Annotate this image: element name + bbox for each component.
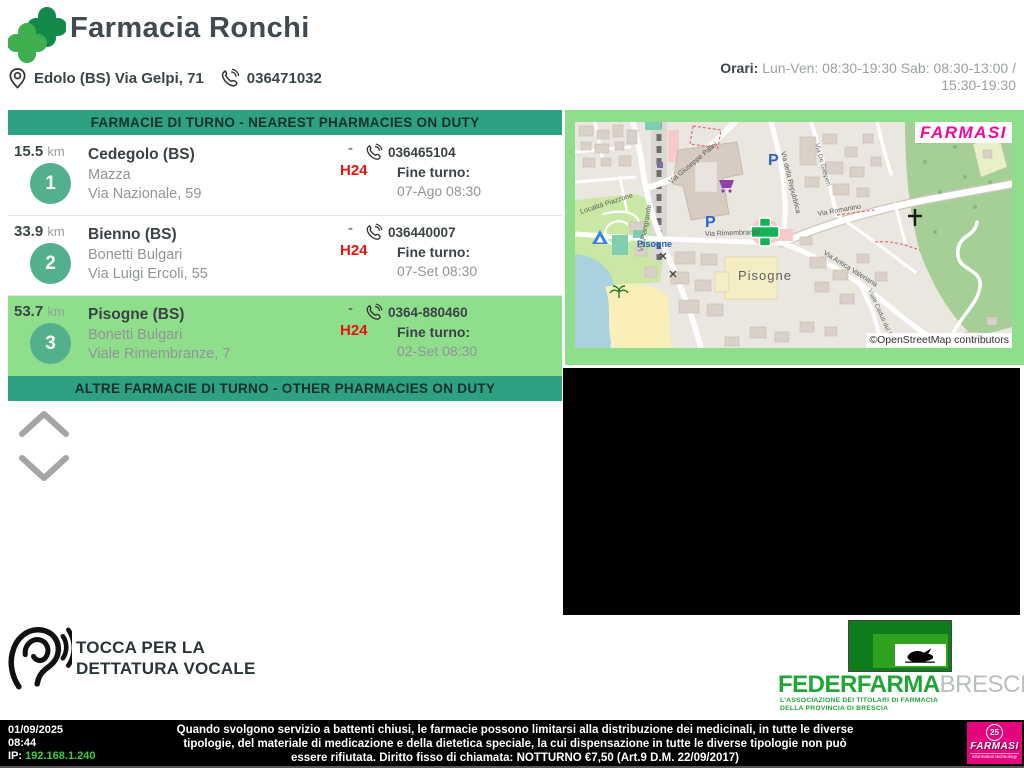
farmasi-25-badge: 25: [986, 724, 1003, 741]
phone-line: 036440007: [364, 223, 456, 242]
system-info: 01/09/2025 08:44 IP: 192.168.1.240: [8, 724, 95, 763]
distance-value: 53.7 km: [14, 303, 65, 320]
phone-icon: [366, 303, 383, 320]
pharmacy-street: Via Luigi Ercoli, 55: [88, 266, 208, 282]
federfarma-wordmark: FEDERFARMABRESCIA: [778, 671, 1024, 698]
status-bar: 01/09/2025 08:44 IP: 192.168.1.240 Quand…: [0, 720, 1024, 766]
current-date: 01/09/2025: [8, 724, 64, 736]
ear-icon: [8, 627, 72, 690]
distance-unit: km: [47, 144, 65, 159]
schedule-dash: -: [348, 300, 353, 317]
farmasi-footer-logo: 25 FARMASI information technology: [967, 722, 1022, 764]
other-pharmacies-header: ALTRE FARMACIE DI TURNO - OTHER PHARMACI…: [8, 376, 562, 401]
rank-badge: 3: [30, 323, 71, 364]
phone-icon: [366, 223, 383, 240]
phone-icon: [366, 143, 383, 160]
fine-turno-date: 07-Set 08:30: [397, 263, 478, 279]
pharmacy-row[interactable]: 15.5 km 1 Cedegolo (BS) Mazza Via Nazion…: [8, 136, 562, 216]
location-pin-icon: [9, 67, 26, 89]
duty-phone: 036465104: [388, 145, 456, 160]
map-attribution: ©OpenStreetMap contributors: [866, 333, 1012, 348]
parking-icon: P: [768, 152, 779, 169]
phone-icon: [221, 68, 240, 87]
video-area: [563, 368, 1020, 615]
place-label: Pisogne: [738, 268, 792, 283]
station-icon: [657, 162, 663, 168]
distance-unit: km: [47, 224, 65, 239]
ip-address: IP: 192.168.1.240: [8, 750, 96, 762]
map-panel: P P Località Piazzone Via Piangrande Via…: [565, 110, 1024, 365]
pharmacy-name: Bonetti Bulgari: [88, 327, 183, 343]
pharmacy-row[interactable]: 33.9 km 2 Bienno (BS) Bonetti Bulgari Vi…: [8, 216, 562, 296]
phone-line: 0364-880460: [364, 303, 468, 322]
distance-value: 33.9 km: [14, 223, 65, 240]
hours-text: Lun-Ven: 08:30-19:30 Sab: 08:30-13:00 / …: [758, 60, 1016, 93]
green-cross-icon: [8, 7, 66, 63]
rank-badge: 1: [30, 163, 71, 204]
fine-turno-date: 02-Set 08:30: [397, 343, 478, 359]
current-time: 08:44: [8, 737, 37, 749]
federfarma-logo: FEDERFARMABRESCIA L'ASSOCIAZIONE DEI TIT…: [778, 618, 1024, 712]
schedule-dash: -: [348, 140, 353, 157]
distance-unit: km: [47, 304, 65, 319]
kiosk-screen: Farmacia Ronchi Edolo (BS) Via Gelpi, 71…: [0, 0, 1024, 768]
distance-value: 15.5 km: [14, 143, 65, 160]
federfarma-emblem: [848, 620, 952, 672]
federfarma-caption: L'ASSOCIAZIONE DEI TITOLARI DI FARMACIA …: [780, 697, 939, 712]
pharmacy-cross-logo: [8, 7, 66, 63]
federfarma-bird-icon: [905, 648, 935, 663]
voice-dictation-button[interactable]: TOCCA PER LA DETTATURA VOCALE: [6, 622, 326, 706]
openstreetmap-view: P P Località Piazzone Via Piangrande Via…: [575, 122, 1012, 348]
pharmacy-town: Bienno (BS): [88, 226, 177, 243]
duty-phone: 036440007: [388, 225, 456, 240]
pharmacy-contact-line: Edolo (BS) Via Gelpi, 71 036471032: [8, 66, 322, 90]
pharmacy-address: Edolo (BS) Via Gelpi, 71: [34, 69, 204, 87]
h24-badge: H24: [340, 322, 368, 339]
pharmacy-phone: 036471032: [246, 69, 322, 87]
chevron-up-icon[interactable]: [16, 408, 72, 440]
fine-turno-label: Fine turno:: [397, 164, 471, 180]
pharmacy-town: Cedegolo (BS): [88, 146, 195, 163]
rank-badge: 2: [30, 243, 71, 284]
station-label: Pisogne: [637, 239, 672, 249]
farmasi-map-logo: FARMASI: [915, 122, 1012, 143]
h24-badge: H24: [340, 162, 368, 179]
fine-turno-date: 07-Ago 08:30: [397, 183, 482, 199]
schedule-dash: -: [348, 220, 353, 237]
voice-dictation-label: TOCCA PER LA DETTATURA VOCALE: [76, 638, 256, 678]
parking-icon: P: [705, 214, 716, 231]
pharmacy-street: Via Nazionale, 59: [88, 186, 202, 202]
duty-phone: 0364-880460: [388, 305, 468, 320]
fine-turno-label: Fine turno:: [397, 244, 471, 260]
page-title: Farmacia Ronchi: [70, 12, 310, 44]
phone-line: 036465104: [364, 143, 456, 162]
pharmacy-street: Viale Rimembranze, 7: [88, 346, 231, 362]
pharmacy-name: Bonetti Bulgari: [88, 247, 183, 263]
pharmacy-town: Pisogne (BS): [88, 306, 185, 323]
opening-hours: Orari: Lun-Ven: 08:30-19:30 Sab: 08:30-1…: [716, 60, 1016, 94]
chevron-down-icon[interactable]: [16, 452, 72, 484]
pharmacy-name: Mazza: [88, 167, 131, 183]
legal-notice: Quando svolgono servizio a battenti chiu…: [176, 724, 854, 764]
nearest-pharmacies-header: FARMACIE DI TURNO - NEAREST PHARMACIES O…: [8, 110, 562, 135]
hours-label: Orari:: [720, 60, 759, 76]
fine-turno-label: Fine turno:: [397, 324, 471, 340]
pharmacy-row-selected[interactable]: 53.7 km 3 Pisogne (BS) Bonetti Bulgari V…: [8, 296, 562, 376]
h24-badge: H24: [340, 242, 368, 259]
